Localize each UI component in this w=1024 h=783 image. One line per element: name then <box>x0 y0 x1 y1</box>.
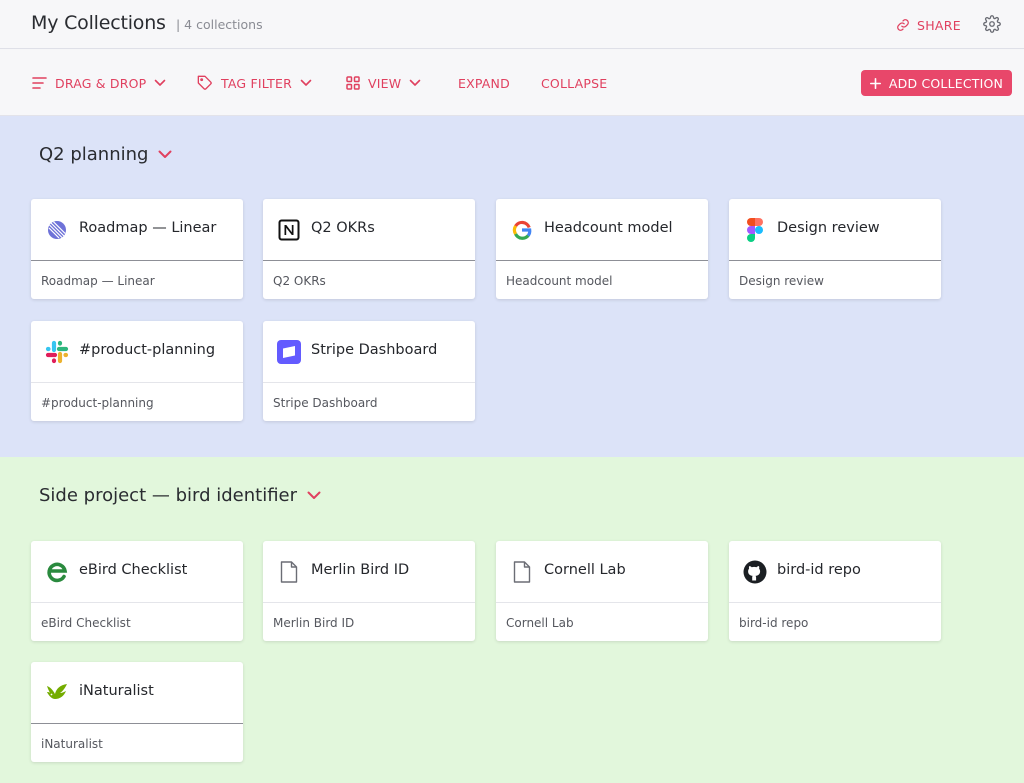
card-title: Q2 OKRs <box>311 220 375 236</box>
card-header: Q2 OKRs <box>263 199 475 261</box>
google-icon <box>510 218 534 242</box>
card-subtitle: #product-planning <box>41 396 154 410</box>
view-label: VIEW <box>368 75 402 91</box>
bookmark-card[interactable]: Headcount model Headcount model <box>496 199 708 299</box>
collection-title: Q2 planning <box>39 144 149 165</box>
page-title: My Collections <box>31 12 166 34</box>
card-title: Design review <box>777 220 880 236</box>
card-title: Headcount model <box>544 220 673 236</box>
card-header: bird-id repo <box>729 541 941 603</box>
collection-header[interactable]: Side project — bird identifier <box>39 485 321 506</box>
expand-button[interactable]: EXPAND <box>458 74 510 92</box>
add-collection-label: ADD COLLECTION <box>888 75 1004 91</box>
stripe-icon <box>277 340 301 364</box>
share-button[interactable]: SHARE <box>896 16 961 34</box>
card-subtitle: Headcount model <box>506 274 613 288</box>
link-icon <box>897 19 909 31</box>
card-header: iNaturalist <box>31 662 243 724</box>
collection-section-q2-planning: Q2 planning Roadmap — Linear Roadmap — L… <box>0 116 1024 457</box>
chevron-down-icon <box>300 79 312 86</box>
view-button[interactable]: VIEW <box>346 74 421 92</box>
list-icon <box>32 77 47 89</box>
tag-icon <box>197 75 212 90</box>
card-title: bird-id repo <box>777 562 861 578</box>
card-subtitle: Stripe Dashboard <box>273 396 378 410</box>
card-title: Stripe Dashboard <box>311 342 438 358</box>
inaturalist-icon <box>45 681 69 705</box>
card-subtitle: Merlin Bird ID <box>273 616 355 630</box>
notion-icon <box>277 218 301 242</box>
card-title: iNaturalist <box>79 683 154 699</box>
collapse-button[interactable]: COLLAPSE <box>541 74 607 92</box>
card-title: #product-planning <box>79 342 216 358</box>
bookmark-card[interactable]: Design review Design review <box>729 199 941 299</box>
bookmark-card[interactable]: Stripe Dashboard Stripe Dashboard <box>263 321 475 421</box>
chevron-down-icon <box>307 491 321 499</box>
collection-title: Side project — bird identifier <box>39 485 298 506</box>
bookmark-card[interactable]: Roadmap — Linear Roadmap — Linear <box>31 199 243 299</box>
gear-icon[interactable] <box>983 15 1001 33</box>
chevron-down-icon <box>409 79 421 86</box>
github-icon <box>743 560 767 584</box>
linear-icon <box>45 218 69 242</box>
chevron-down-icon <box>155 79 166 86</box>
card-header: Design review <box>729 199 941 261</box>
card-title: Roadmap — Linear <box>79 220 217 236</box>
chevron-down-icon <box>158 150 172 158</box>
document-icon <box>277 560 301 584</box>
card-title: Merlin Bird ID <box>311 562 410 578</box>
figma-icon <box>743 218 767 242</box>
add-collection-button[interactable]: ADD COLLECTION <box>861 70 1012 96</box>
card-header: Cornell Lab <box>496 541 708 603</box>
card-header: Merlin Bird ID <box>263 541 475 603</box>
card-title: eBird Checklist <box>79 562 188 578</box>
header: My Collections | 4 collections SHARE <box>0 0 1024 49</box>
card-header: Stripe Dashboard <box>263 321 475 383</box>
card-header: Roadmap — Linear <box>31 199 243 261</box>
bookmark-card[interactable]: Cornell Lab Cornell Lab <box>496 541 708 641</box>
bookmark-card[interactable]: Q2 OKRs Q2 OKRs <box>263 199 475 299</box>
card-subtitle: bird-id repo <box>739 616 809 630</box>
drag-drop-label: DRAG & DROP <box>55 75 147 91</box>
card-subtitle: Design review <box>739 274 824 288</box>
card-header: Headcount model <box>496 199 708 261</box>
ebird-icon <box>45 560 69 584</box>
bookmark-card[interactable]: #product-planning #product-planning <box>31 321 243 421</box>
card-subtitle: Roadmap — Linear <box>41 274 155 288</box>
grid-icon <box>346 76 360 90</box>
tag-filter-button[interactable]: TAG FILTER <box>197 74 312 92</box>
share-label: SHARE <box>917 17 961 33</box>
card-header: eBird Checklist <box>31 541 243 603</box>
bookmark-card[interactable]: bird-id repo bird-id repo <box>729 541 941 641</box>
collection-header[interactable]: Q2 planning <box>39 144 172 165</box>
collection-count: | 4 collections <box>176 17 263 32</box>
tag-filter-label: TAG FILTER <box>221 75 292 91</box>
collection-section-bird-identifier: Side project — bird identifier eBird Che… <box>0 457 1024 783</box>
plus-icon <box>869 77 881 89</box>
document-icon <box>510 560 534 584</box>
card-subtitle: Q2 OKRs <box>273 274 326 288</box>
bookmark-card[interactable]: Merlin Bird ID Merlin Bird ID <box>263 541 475 641</box>
card-title: Cornell Lab <box>544 562 626 578</box>
bookmark-card[interactable]: eBird Checklist eBird Checklist <box>31 541 243 641</box>
drag-drop-button[interactable]: DRAG & DROP <box>32 74 166 92</box>
bookmark-card[interactable]: iNaturalist iNaturalist <box>31 662 243 762</box>
toolbar: DRAG & DROP TAG FILTER VIEW EXPAND COLLA… <box>0 50 1024 116</box>
card-subtitle: iNaturalist <box>41 737 103 751</box>
slack-icon <box>45 340 69 364</box>
card-subtitle: Cornell Lab <box>506 616 574 630</box>
card-header: #product-planning <box>31 321 243 383</box>
card-subtitle: eBird Checklist <box>41 616 131 630</box>
